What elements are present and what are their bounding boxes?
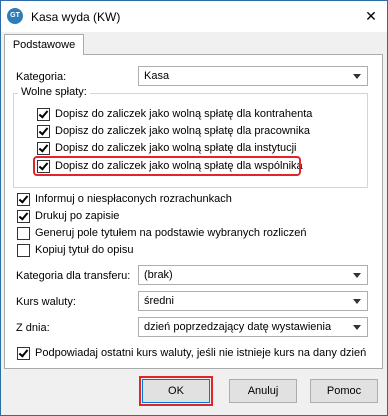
kategoria-value: Kasa xyxy=(144,70,170,82)
checkbox-label: Drukuj po zapisie xyxy=(35,210,120,222)
highlight-annotation xyxy=(33,156,301,176)
checkbox-label: Informuj o niespłaconych rozrachunkach xyxy=(35,193,232,205)
kurs-waluty-label: Kurs waluty: xyxy=(16,296,76,308)
help-button[interactable]: Pomoc xyxy=(310,379,378,403)
z-dnia-label: Z dnia: xyxy=(16,322,50,334)
kategoria-transferu-label: Kategoria dla transferu: xyxy=(16,270,131,282)
checkbox-checked[interactable] xyxy=(37,142,50,155)
z-dnia-value: dzień poprzedzający datę wystawienia xyxy=(144,321,332,333)
checkbox-label: Generuj pole tytułem na podstawie wybran… xyxy=(35,227,307,239)
cancel-button[interactable]: Anuluj xyxy=(229,379,297,403)
kategoria-transferu-select[interactable]: (brak) xyxy=(138,265,368,285)
chevron-down-icon xyxy=(353,273,361,278)
kurs-waluty-value: średni xyxy=(144,295,174,307)
ok-button[interactable]: OK xyxy=(142,379,210,403)
chevron-down-icon xyxy=(353,74,361,79)
checkbox-unchecked[interactable] xyxy=(17,244,30,257)
wolne-splaty-legend: Wolne spłaty: xyxy=(18,86,90,98)
checkbox-checked[interactable] xyxy=(37,125,50,138)
close-icon[interactable]: ✕ xyxy=(361,6,381,26)
tab-panel: Kategoria: Kasa Wolne spłaty: Dopisz do … xyxy=(4,54,383,369)
window-title: Kasa wyda (KW) xyxy=(31,10,121,24)
checkbox-label: Dopisz do zaliczek jako wolną spłatę dla… xyxy=(55,125,310,137)
title-bar[interactable]: GT Kasa wyda (KW) ✕ xyxy=(1,1,387,32)
kategoria-transferu-value: (brak) xyxy=(144,269,173,281)
checkbox-label: Podpowiadaj ostatni kurs waluty, jeśli n… xyxy=(35,347,367,359)
chevron-down-icon xyxy=(353,299,361,304)
checkbox-unchecked[interactable] xyxy=(17,227,30,240)
checkbox-label: Dopisz do zaliczek jako wolną spłatę dla… xyxy=(55,108,313,120)
checkbox-label: Dopisz do zaliczek jako wolną spłatę dla… xyxy=(55,142,297,154)
checkbox-checked[interactable] xyxy=(17,193,30,206)
checkbox-label: Kopiuj tytuł do opisu xyxy=(35,244,134,256)
app-logo-icon: GT xyxy=(7,8,23,24)
checkbox-checked[interactable] xyxy=(17,347,30,360)
kategoria-label: Kategoria: xyxy=(16,71,67,83)
kurs-waluty-select[interactable]: średni xyxy=(138,291,368,311)
checkbox-checked[interactable] xyxy=(17,210,30,223)
chevron-down-icon xyxy=(353,325,361,330)
checkbox-checked[interactable] xyxy=(37,108,50,121)
tab-podstawowe[interactable]: Podstawowe xyxy=(4,34,84,55)
kategoria-select[interactable]: Kasa xyxy=(138,66,368,86)
dialog-window: GT Kasa wyda (KW) ✕ Podstawowe Kategoria… xyxy=(0,0,388,416)
z-dnia-select[interactable]: dzień poprzedzający datę wystawienia xyxy=(138,317,368,337)
